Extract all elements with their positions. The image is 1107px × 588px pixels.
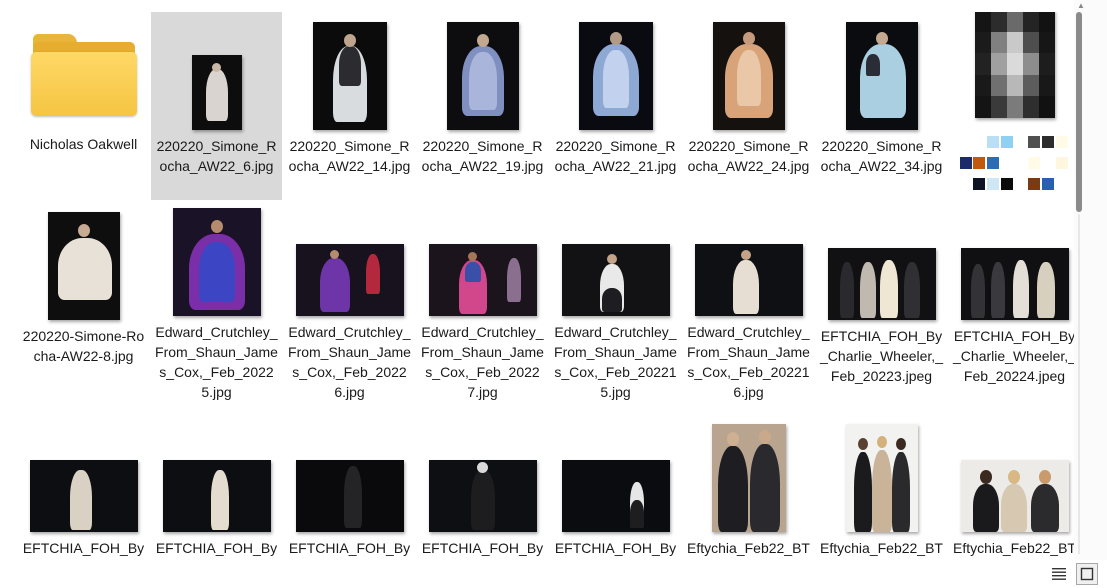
scrollbar-track[interactable] [1078,214,1080,554]
file-name: 220220_Simone_Rocha_AW22_19.jpg [421,138,544,174]
image-thumbnail [694,244,803,316]
file-item[interactable]: 220220_Simone_Rocha_AW22_34.jpg [816,12,947,200]
large-icons-view-icon [1080,567,1094,581]
image-thumbnail [561,244,670,316]
image-thumbnail [428,460,537,532]
file-name: 220220-Simone-Rocha-AW22-8.jpg [22,328,145,364]
file-item[interactable]: EFTCHIA_FOH_By_Charlie_Wheeler,_Feb_2022… [949,202,1074,402]
file-name: 220220_Simone_Rocha_AW22_21.jpg [554,138,677,174]
file-name: EFTCHIA_FOH_By_Charlie_Wheeler,_Feb_2022… [953,328,1074,384]
image-thumbnail [578,22,653,130]
details-view-button[interactable] [1048,563,1070,585]
file-item[interactable]: 220220_Simone_Rocha_AW22_6.jpg [151,12,282,200]
image-thumbnail [191,55,242,130]
file-item[interactable]: 220220_Simone_Rocha_AW22_21.jpg [550,12,681,200]
image-thumbnail [561,460,670,532]
file-name: Edward_Crutchley_From_Shaun_James_Cox,_F… [155,324,278,400]
file-name: 220220_Simone_Rocha_AW22_14.jpg [288,138,411,174]
scrollbar-thumb[interactable] [1076,12,1082,212]
large-icons-view-button[interactable] [1076,563,1098,585]
scroll-up-arrow-icon[interactable]: ▲ [1077,2,1085,10]
image-thumbnail [295,460,404,532]
folder-icon [30,34,137,116]
redacted-label [959,136,1070,191]
file-name: Edward_Crutchley_From_Shaun_James_Cox,_F… [687,324,810,400]
image-thumbnail [162,460,271,532]
file-name: Edward_Crutchley_From_Shaun_James_Cox,_F… [421,324,544,400]
file-item[interactable]: Edward_Crutchley_From_Shaun_James_Cox,_F… [151,202,282,402]
file-name: 220220_Simone_Rocha_AW22_34.jpg [820,138,943,174]
file-item-redacted[interactable] [949,12,1074,200]
file-item[interactable]: EFTCHIA_FOH_By_Charlie_Wheeler,_Feb_2022… [816,202,947,402]
file-item[interactable]: 220220_Simone_Rocha_AW22_24.jpg [683,12,814,200]
image-thumbnail [29,460,138,532]
file-item[interactable]: Edward_Crutchley_From_Shaun_James_Cox,_F… [417,202,548,402]
image-thumbnail [711,424,786,532]
file-name: Edward_Crutchley_From_Shaun_James_Cox,_F… [288,324,411,400]
file-name: 220220_Simone_Rocha_AW22_6.jpg [156,138,277,174]
details-view-icon [1052,568,1066,580]
file-item[interactable]: 220220_Simone_Rocha_AW22_19.jpg [417,12,548,200]
status-bar [0,560,1107,588]
image-thumbnail [827,248,936,320]
file-name: Nicholas Oakwell [29,136,138,152]
image-thumbnail [845,424,918,532]
image-thumbnail [47,212,120,320]
file-item[interactable]: 220220-Simone-Rocha-AW22-8.jpg [18,202,149,402]
image-thumbnail [712,22,785,130]
file-name: 220220_Simone_Rocha_AW22_24.jpg [687,138,810,174]
image-thumbnail [960,248,1069,320]
image-thumbnail [312,22,387,130]
image-thumbnail [172,208,261,316]
file-name: EFTCHIA_FOH_By_Charlie_Wheeler,_Feb_2022… [820,328,943,384]
image-thumbnail [974,12,1055,118]
file-item[interactable]: Edward_Crutchley_From_Shaun_James_Cox,_F… [284,202,415,402]
file-name: Edward_Crutchley_From_Shaun_James_Cox,_F… [554,324,677,400]
image-thumbnail [960,460,1069,532]
file-item[interactable]: Edward_Crutchley_From_Shaun_James_Cox,_F… [683,202,814,402]
file-grid: Nicholas Oakwell 220220_Simone_Rocha_AW2… [18,12,1074,588]
folder-item[interactable]: Nicholas Oakwell [18,12,149,200]
file-item[interactable]: 220220_Simone_Rocha_AW22_14.jpg [284,12,415,200]
image-thumbnail [845,22,918,130]
image-thumbnail [295,244,404,316]
image-thumbnail [428,244,537,316]
file-item[interactable]: Edward_Crutchley_From_Shaun_James_Cox,_F… [550,202,681,402]
image-thumbnail [446,22,519,130]
